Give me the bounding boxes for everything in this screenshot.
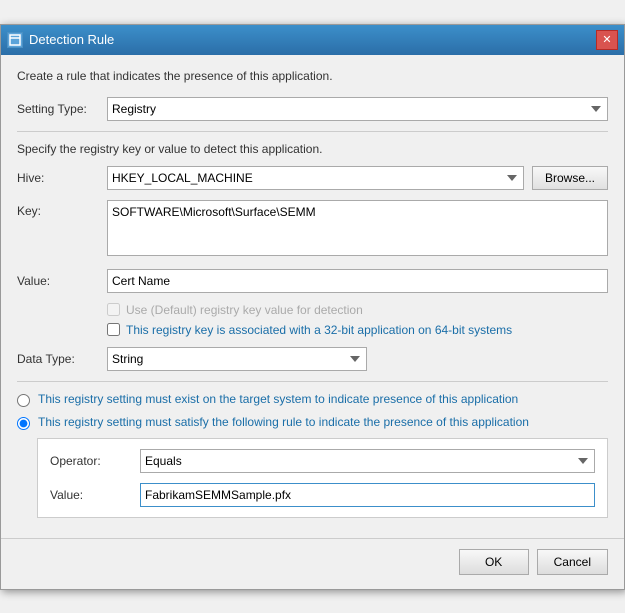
registry-section-label: Specify the registry key or value to det… — [17, 142, 608, 156]
ok-button[interactable]: OK — [459, 549, 529, 575]
key-control: SOFTWARE\Microsoft\Surface\SEMM — [107, 200, 608, 259]
rule-value-input[interactable] — [140, 483, 595, 507]
use-default-checkbox[interactable] — [107, 303, 120, 316]
radio-option2-row: This registry setting must satisfy the f… — [17, 415, 608, 430]
dialog-content: Create a rule that indicates the presenc… — [1, 55, 624, 530]
32bit-label: This registry key is associated with a 3… — [126, 323, 512, 337]
operator-label: Operator: — [50, 454, 140, 468]
radio-option1-row: This registry setting must exist on the … — [17, 392, 608, 407]
rule-sub-section: Operator: Equals Not Equal to Greater th… — [37, 438, 608, 518]
rule-value-row: Value: — [50, 483, 595, 507]
rule-value-label: Value: — [50, 488, 140, 502]
dialog-title: Detection Rule — [29, 32, 114, 47]
data-type-select[interactable]: String Integer Version — [107, 347, 367, 371]
radio-option1-label: This registry setting must exist on the … — [38, 392, 518, 406]
data-type-control: String Integer Version — [107, 347, 367, 371]
hive-row: Hive: HKEY_LOCAL_MACHINE HKEY_CURRENT_US… — [17, 166, 608, 190]
setting-type-row: Setting Type: Registry File System Windo… — [17, 97, 608, 121]
radio-option2-label: This registry setting must satisfy the f… — [38, 415, 529, 429]
setting-type-select[interactable]: Registry File System Windows Installer S… — [107, 97, 608, 121]
rule-value-control — [140, 483, 595, 507]
use-default-row: Use (Default) registry key value for det… — [107, 303, 608, 317]
cancel-button[interactable]: Cancel — [537, 549, 608, 575]
radio-option1[interactable] — [17, 394, 30, 407]
value-control — [107, 269, 608, 293]
operator-select[interactable]: Equals Not Equal to Greater than Greater… — [140, 449, 595, 473]
browse-button[interactable]: Browse... — [532, 166, 608, 190]
hive-select[interactable]: HKEY_LOCAL_MACHINE HKEY_CURRENT_USER HKE… — [107, 166, 524, 190]
key-textarea[interactable]: SOFTWARE\Microsoft\Surface\SEMM — [107, 200, 608, 256]
title-bar-controls: ✕ — [596, 30, 618, 50]
radio-option2[interactable] — [17, 417, 30, 430]
value-label: Value: — [17, 274, 107, 288]
32bit-row: This registry key is associated with a 3… — [107, 323, 608, 337]
divider-1 — [17, 131, 608, 132]
data-type-row: Data Type: String Integer Version — [17, 347, 608, 371]
setting-type-label: Setting Type: — [17, 102, 107, 116]
dialog-footer: OK Cancel — [1, 538, 624, 589]
hive-select-wrap: HKEY_LOCAL_MACHINE HKEY_CURRENT_USER HKE… — [107, 166, 524, 190]
dialog-description: Create a rule that indicates the presenc… — [17, 69, 608, 83]
close-button[interactable]: ✕ — [596, 30, 618, 50]
key-label: Key: — [17, 200, 107, 218]
use-default-label: Use (Default) registry key value for det… — [126, 303, 363, 317]
hive-label: Hive: — [17, 171, 107, 185]
title-bar-left: Detection Rule — [7, 32, 114, 48]
data-type-label: Data Type: — [17, 352, 107, 366]
value-row: Value: — [17, 269, 608, 293]
key-row: Key: SOFTWARE\Microsoft\Surface\SEMM — [17, 200, 608, 259]
dialog-icon — [7, 32, 23, 48]
radio-section: This registry setting must exist on the … — [17, 381, 608, 518]
detection-rule-dialog: Detection Rule ✕ Create a rule that indi… — [0, 24, 625, 590]
title-bar: Detection Rule ✕ — [1, 25, 624, 55]
operator-control: Equals Not Equal to Greater than Greater… — [140, 449, 595, 473]
setting-type-control: Registry File System Windows Installer S… — [107, 97, 608, 121]
operator-row: Operator: Equals Not Equal to Greater th… — [50, 449, 595, 473]
value-input[interactable] — [107, 269, 608, 293]
32bit-checkbox[interactable] — [107, 323, 120, 336]
